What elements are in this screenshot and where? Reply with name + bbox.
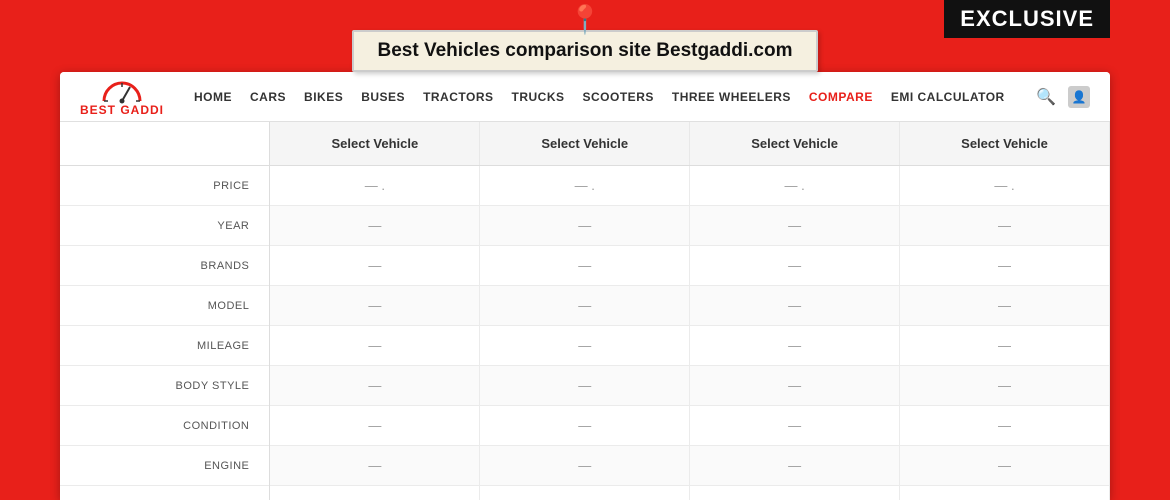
row-0-col-0-value: — . [270, 166, 480, 206]
banner-pin: 📍 Best Vehicles comparison site Bestgadd… [352, 6, 819, 72]
row-6-col-2-value: — [690, 406, 900, 446]
row-5-col-3-value: — [900, 366, 1110, 406]
row-4-col-3-value: — [900, 326, 1110, 366]
table-row: MODEL———— [60, 286, 1110, 326]
nav-buses[interactable]: BUSES [361, 90, 405, 104]
row-label-transmission: TRANSMISSION [60, 486, 270, 500]
row-5-col-1-value: — [480, 366, 690, 406]
row-3-col-1-value: — [480, 286, 690, 326]
row-label-body-style: BODY STYLE [60, 366, 270, 406]
nav-right: 🔍 👤 [1036, 86, 1090, 108]
table-row: BRANDS———— [60, 246, 1110, 286]
logo-text: BEST GADDI [80, 103, 164, 117]
row-4-col-0-value: — [270, 326, 480, 366]
row-0-col-1-value: — . [480, 166, 690, 206]
row-7-col-2-value: — [690, 446, 900, 486]
nav-links: HOME CARS BIKES BUSES TRACTORS TRUCKS SC… [194, 90, 1036, 104]
row-7-col-0-value: — [270, 446, 480, 486]
row-label-condition: CONDITION [60, 406, 270, 446]
row-1-col-2-value: — [690, 206, 900, 246]
row-2-col-1-value: — [480, 246, 690, 286]
row-8-col-2-value: — [690, 486, 900, 500]
row-label-year: YEAR [60, 206, 270, 246]
row-0-col-2-value: — . [690, 166, 900, 206]
row-1-col-1-value: — [480, 206, 690, 246]
row-2-col-0-value: — [270, 246, 480, 286]
row-1-col-0-value: — [270, 206, 480, 246]
compare-table: Select Vehicle Select Vehicle Select Veh… [60, 122, 1110, 500]
nav-tractors[interactable]: TRACTORS [423, 90, 493, 104]
location-pin-icon: 📍 [568, 6, 603, 34]
row-3-col-3-value: — [900, 286, 1110, 326]
user-icon[interactable]: 👤 [1068, 86, 1090, 108]
table-row: TRANSMISSION———— [60, 486, 1110, 500]
logo-speedometer-icon [100, 77, 144, 105]
row-8-col-0-value: — [270, 486, 480, 500]
row-6-col-0-value: — [270, 406, 480, 446]
row-label-mileage: MILEAGE [60, 326, 270, 366]
exclusive-badge: EXCLUSIVE [944, 0, 1110, 38]
row-5-col-2-value: — [690, 366, 900, 406]
table-row: YEAR———— [60, 206, 1110, 246]
row-label-brands: BRANDS [60, 246, 270, 286]
logo-area: BEST GADDI [80, 77, 164, 117]
nav-compare[interactable]: COMPARE [809, 90, 873, 104]
row-3-col-0-value: — [270, 286, 480, 326]
table-row: ENGINE———— [60, 446, 1110, 486]
row-5-col-0-value: — [270, 366, 480, 406]
banner-text: Best Vehicles comparison site Bestgaddi.… [352, 30, 819, 72]
col-vehicle-1-header[interactable]: Select Vehicle [270, 122, 480, 166]
nav-emi-calculator[interactable]: EMI CALCULATOR [891, 90, 1005, 104]
row-7-col-3-value: — [900, 446, 1110, 486]
row-7-col-1-value: — [480, 446, 690, 486]
top-banner: 📍 Best Vehicles comparison site Bestgadd… [0, 0, 1170, 72]
search-icon[interactable]: 🔍 [1036, 87, 1056, 107]
row-6-col-1-value: — [480, 406, 690, 446]
row-6-col-3-value: — [900, 406, 1110, 446]
col-vehicle-3-header[interactable]: Select Vehicle [690, 122, 900, 166]
row-4-col-2-value: — [690, 326, 900, 366]
exclusive-triangle-decoration [1110, 0, 1170, 80]
row-1-col-3-value: — [900, 206, 1110, 246]
navbar: BEST GADDI HOME CARS BIKES BUSES TRACTOR… [60, 72, 1110, 122]
main-content: BEST GADDI HOME CARS BIKES BUSES TRACTOR… [60, 72, 1110, 500]
table-row: MILEAGE———— [60, 326, 1110, 366]
col-label-header [60, 122, 270, 166]
nav-bikes[interactable]: BIKES [304, 90, 343, 104]
row-2-col-3-value: — [900, 246, 1110, 286]
row-3-col-2-value: — [690, 286, 900, 326]
row-label-engine: ENGINE [60, 446, 270, 486]
row-label-price: PRICE [60, 166, 270, 206]
compare-section[interactable]: Select Vehicle Select Vehicle Select Veh… [60, 122, 1110, 500]
nav-home[interactable]: HOME [194, 90, 232, 104]
nav-scooters[interactable]: SCOOTERS [583, 90, 654, 104]
col-vehicle-2-header[interactable]: Select Vehicle [480, 122, 690, 166]
col-vehicle-4-header[interactable]: Select Vehicle [900, 122, 1110, 166]
nav-cars[interactable]: CARS [250, 90, 286, 104]
nav-three-wheelers[interactable]: THREE WHEELERS [672, 90, 791, 104]
nav-trucks[interactable]: TRUCKS [512, 90, 565, 104]
row-2-col-2-value: — [690, 246, 900, 286]
row-8-col-1-value: — [480, 486, 690, 500]
table-row: PRICE— .— .— .— . [60, 166, 1110, 206]
row-label-model: MODEL [60, 286, 270, 326]
row-0-col-3-value: — . [900, 166, 1110, 206]
table-row: BODY STYLE———— [60, 366, 1110, 406]
row-8-col-3-value: — [900, 486, 1110, 500]
table-row: CONDITION———— [60, 406, 1110, 446]
row-4-col-1-value: — [480, 326, 690, 366]
